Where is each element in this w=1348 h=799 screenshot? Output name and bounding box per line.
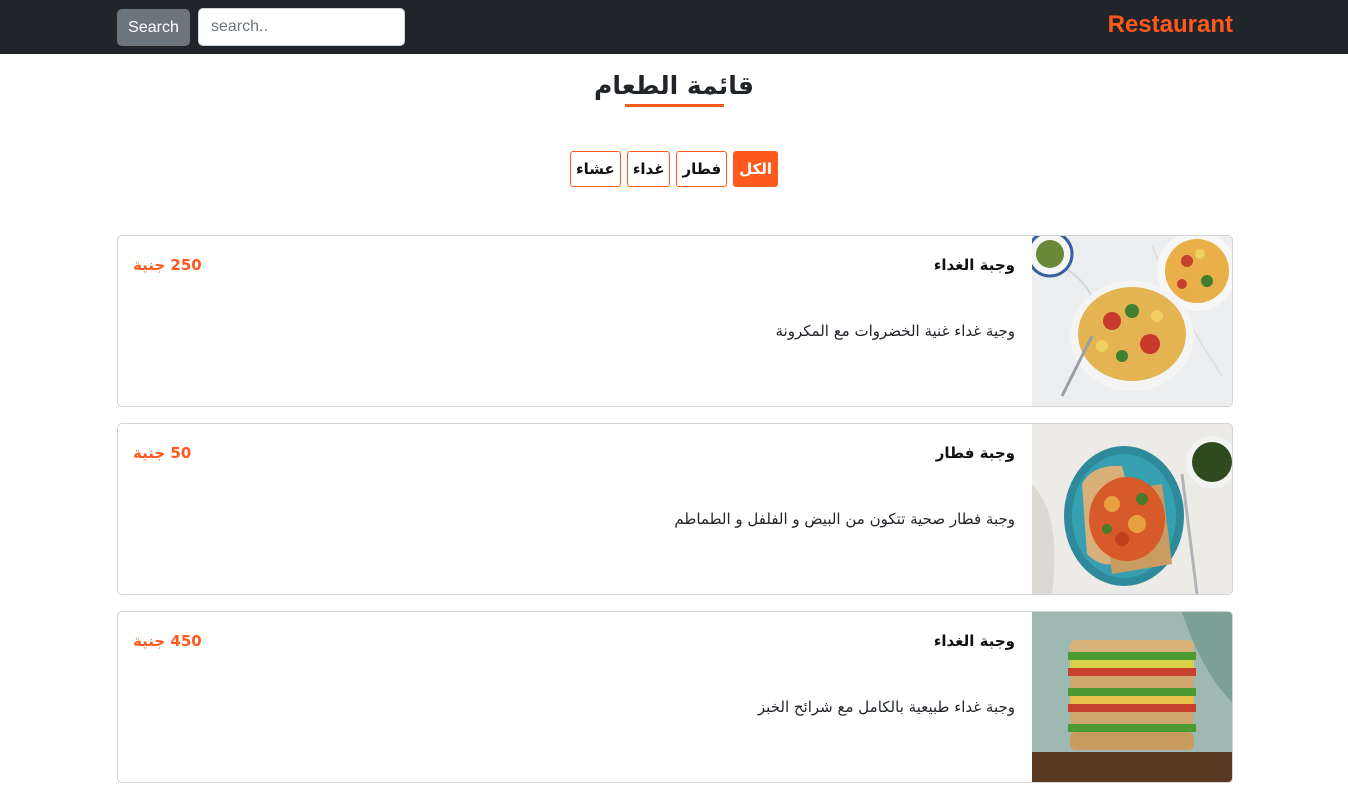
card-price: 450 جنية: [133, 632, 202, 650]
search-button[interactable]: Search: [117, 9, 190, 46]
category-filters: الكل فطار غداء عشاء: [0, 151, 1348, 187]
card-price: 50 جنية: [133, 444, 192, 462]
page-title: قائمة الطعام: [594, 71, 754, 100]
pasta-salad-bowl-image: [1032, 236, 1232, 406]
filter-breakfast-button[interactable]: فطار: [676, 151, 728, 187]
card-description: وجبة غداء طبيعية بالكامل مع شرائح الخبز: [757, 698, 1015, 716]
eggs-on-toast-image: [1032, 424, 1232, 594]
card-price: 250 جنية: [133, 256, 202, 274]
menu-card[interactable]: وجبة الغداء 250 جنية وجية غداء غنية الخض…: [117, 235, 1233, 407]
stacked-sandwich-image: [1032, 612, 1232, 782]
card-title: وجبة الغداء: [933, 256, 1015, 274]
menu-card[interactable]: وجبة الغداء 450 جنية وجبة غداء طبيعية با…: [117, 611, 1233, 783]
filter-all-button[interactable]: الكل: [733, 151, 779, 187]
card-title: وجبة فطار: [935, 444, 1015, 462]
navbar: Search Restaurant: [0, 0, 1348, 54]
search-input[interactable]: [198, 8, 405, 46]
card-description: وجبة فطار صحية تتكون من البيض و الفلفل و…: [674, 510, 1015, 528]
filter-dinner-button[interactable]: عشاء: [569, 151, 621, 187]
card-description: وجية غداء غنية الخضروات مع المكرونة: [775, 322, 1016, 340]
card-title: وجبة الغداء: [933, 632, 1015, 650]
brand-logo-link[interactable]: Restaurant: [1108, 10, 1233, 40]
filter-lunch-button[interactable]: غداء: [626, 151, 671, 187]
menu-card[interactable]: وجبة فطار 50 جنية وجبة فطار صحية تتكون م…: [117, 423, 1233, 595]
menu-list: وجبة الغداء 250 جنية وجية غداء غنية الخض…: [117, 235, 1233, 799]
title-underline: [625, 104, 724, 107]
